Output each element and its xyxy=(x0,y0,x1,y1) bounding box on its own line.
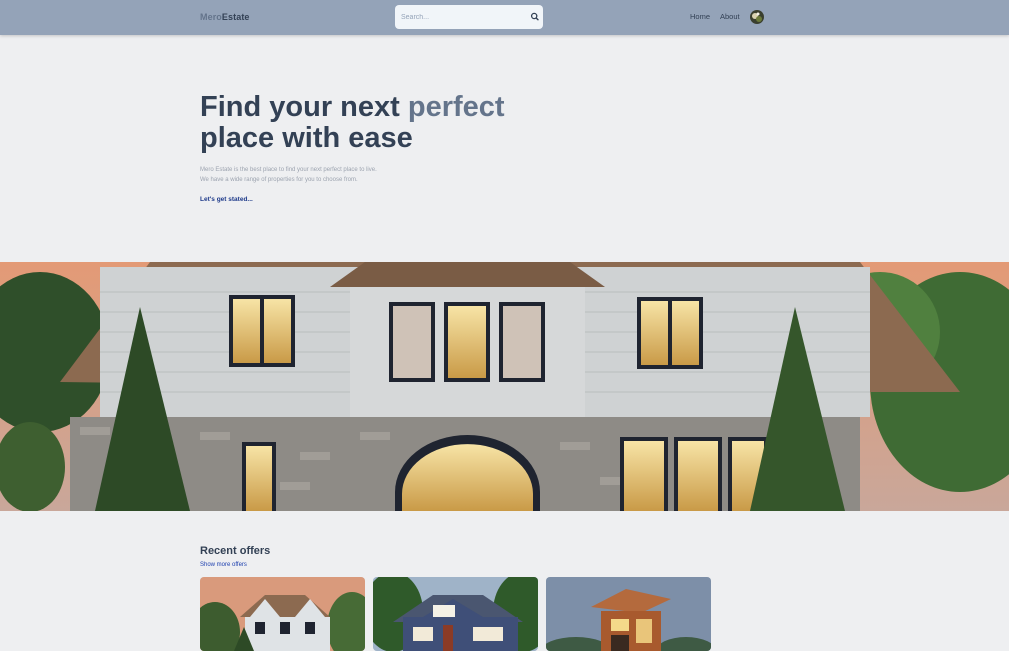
hero-description-line2: We have a wide range of properties for y… xyxy=(200,177,358,183)
search-form xyxy=(395,5,543,29)
logo[interactable]: MeroEstate xyxy=(200,12,250,22)
hero-description: Mero Estate is the best place to find yo… xyxy=(200,165,460,185)
avatar[interactable] xyxy=(750,10,764,24)
offer-card-image xyxy=(373,577,538,651)
nav-about-link[interactable]: About xyxy=(720,12,740,21)
offer-card-image xyxy=(200,577,365,651)
nav-home-link[interactable]: Home xyxy=(690,12,710,21)
hero-banner-image xyxy=(0,262,1009,511)
hero-title-line1: Find your next xyxy=(200,91,400,123)
offer-card[interactable] xyxy=(546,577,711,651)
offer-card-image xyxy=(546,577,711,651)
hero-title-accent: perfect xyxy=(407,91,505,123)
hero-title: Find your next perfect place with ease xyxy=(200,92,600,154)
logo-part-estate: Estate xyxy=(221,12,250,22)
recent-offers-title: Recent offers xyxy=(200,545,271,557)
search-input[interactable] xyxy=(401,10,521,24)
hero-description-line1: Mero Estate is the best place to find yo… xyxy=(200,167,377,173)
logo-part-mero: Mero xyxy=(200,12,222,22)
show-more-offers-link[interactable]: Show more offers xyxy=(200,562,247,568)
hero-title-line2: place with ease xyxy=(200,122,413,154)
site-header: MeroEstate Home About xyxy=(0,0,1009,35)
offer-card[interactable] xyxy=(200,577,365,651)
offer-card[interactable] xyxy=(373,577,538,651)
get-started-link[interactable]: Let's get stated... xyxy=(200,196,253,203)
